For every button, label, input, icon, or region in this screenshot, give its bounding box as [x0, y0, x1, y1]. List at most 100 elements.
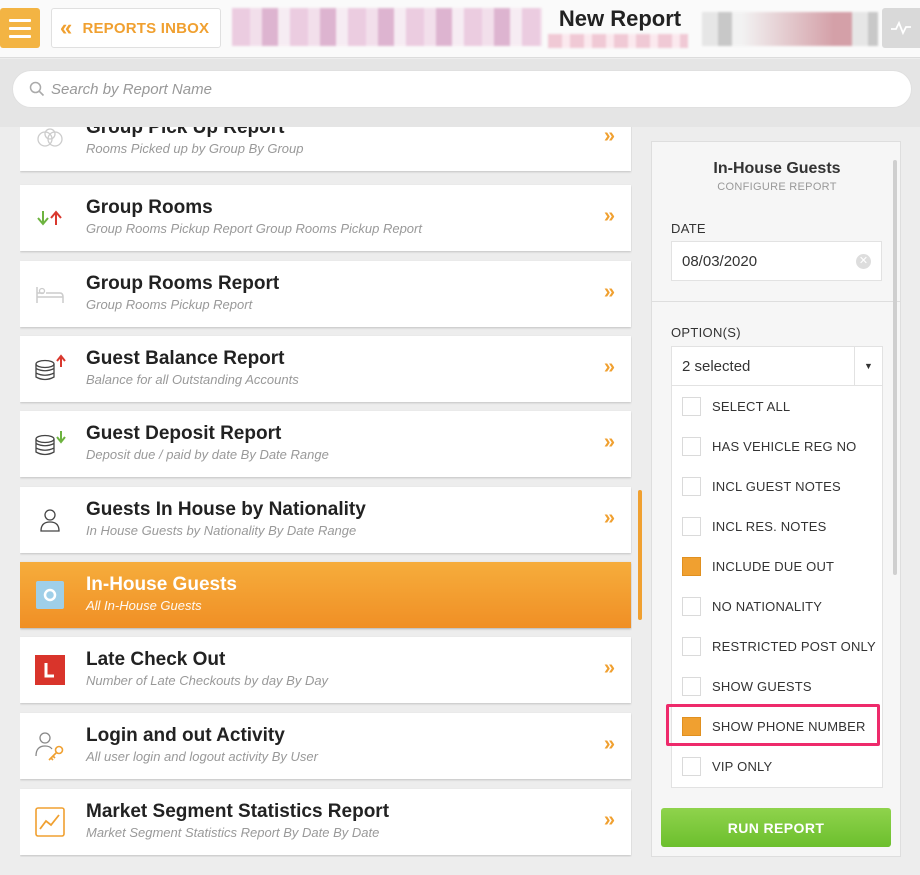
late-l-icon: [32, 653, 68, 687]
option-label: SHOW GUESTS: [712, 678, 812, 694]
option-label: HAS VEHICLE REG NO: [712, 438, 857, 454]
report-title: Guest Deposit Report: [86, 423, 282, 444]
report-list-scrollbar[interactable]: [638, 490, 642, 620]
report-item-guest-deposit[interactable]: Guest Deposit Report Deposit due / paid …: [20, 411, 631, 477]
configure-report-panel: In-House Guests CONFIGURE REPORT DATE ✕ …: [651, 141, 901, 857]
date-field[interactable]: ✕: [671, 241, 882, 281]
checkbox[interactable]: [682, 516, 701, 536]
circle-badge-icon: [32, 578, 68, 612]
report-item-in-house-guests[interactable]: In-House Guests All In-House Guests: [20, 562, 631, 628]
chevron-right-icon: »: [603, 657, 615, 679]
run-report-button[interactable]: RUN REPORT: [661, 808, 891, 847]
activity-line-icon[interactable]: [882, 8, 920, 48]
checkbox[interactable]: [682, 636, 701, 656]
page-title: New Report: [558, 6, 682, 31]
coins-down-icon: [32, 427, 68, 461]
report-title: Group Rooms Report: [86, 273, 280, 294]
reports-inbox-label: REPORTS INBOX: [82, 19, 210, 37]
report-title: Guest Balance Report: [86, 348, 285, 369]
option-label: RESTRICTED POST ONLY: [712, 638, 876, 654]
redacted-property-name: [232, 8, 542, 46]
report-subtitle: Market Segment Statistics Report By Date…: [86, 825, 380, 840]
report-item-late-check-out[interactable]: Late Check Out Number of Late Checkouts …: [20, 637, 631, 703]
option-has-vehicle-reg-no[interactable]: HAS VEHICLE REG NO: [672, 426, 882, 466]
panel-subtitle: CONFIGURE REPORT: [717, 181, 837, 193]
report-item-guests-in-house-nationality[interactable]: Guests In House by Nationality In House …: [20, 487, 631, 553]
selected-count: 2 selected: [682, 357, 751, 375]
top-bar: « REPORTS INBOX New Report: [0, 0, 920, 58]
report-item-group-rooms-report[interactable]: Group Rooms Report Group Rooms Pickup Re…: [20, 261, 631, 327]
group-rings-icon: [32, 127, 68, 155]
caret-down-icon: ▼: [854, 347, 882, 385]
option-select-all[interactable]: SELECT ALL: [672, 386, 882, 426]
option-label: SELECT ALL: [712, 398, 791, 414]
report-item-group-pick-up[interactable]: Group Pick Up Report Rooms Picked up by …: [20, 127, 631, 171]
report-item-market-segment[interactable]: Market Segment Statistics Report Market …: [20, 789, 631, 855]
report-subtitle: All user login and logout activity By Us…: [86, 749, 318, 764]
chevron-right-icon: »: [603, 431, 615, 453]
search-input[interactable]: [51, 80, 871, 98]
person-icon: [32, 503, 68, 537]
option-incl-res-notes[interactable]: INCL RES. NOTES: [672, 506, 882, 546]
option-restricted-post-only[interactable]: RESTRICTED POST ONLY: [672, 626, 882, 666]
chevron-right-icon: »: [603, 281, 615, 303]
report-title: Login and out Activity: [86, 725, 285, 746]
double-chevron-left-icon: «: [60, 15, 73, 40]
checkbox[interactable]: [682, 676, 701, 696]
up-down-arrows-icon: [32, 201, 68, 235]
checkbox[interactable]: [682, 596, 701, 616]
hamburger-menu-icon[interactable]: [0, 8, 40, 48]
report-subtitle: Number of Late Checkouts by day By Day: [86, 673, 329, 688]
options-select[interactable]: 2 selected ▼: [671, 346, 883, 386]
report-item-group-rooms[interactable]: Group Rooms Group Rooms Pickup Report Gr…: [20, 185, 631, 251]
panel-header: In-House Guests CONFIGURE REPORT: [652, 160, 902, 193]
report-subtitle: Balance for all Outstanding Accounts: [86, 372, 299, 387]
date-label: DATE: [671, 221, 706, 236]
line-chart-icon: [32, 805, 68, 839]
chevron-right-icon: »: [603, 809, 615, 831]
chevron-right-icon: »: [603, 205, 615, 227]
checkbox[interactable]: [682, 756, 701, 776]
report-item-guest-balance[interactable]: Guest Balance Report Balance for all Out…: [20, 336, 631, 402]
search-box[interactable]: [12, 70, 912, 108]
reports-inbox-button[interactable]: « REPORTS INBOX: [51, 8, 221, 48]
checkbox[interactable]: [682, 436, 701, 456]
chevron-right-icon: »: [603, 507, 615, 529]
option-label: INCLUDE DUE OUT: [712, 558, 835, 574]
panel-scrollbar[interactable]: [893, 160, 897, 575]
redacted-user-name: [702, 12, 878, 46]
option-label: NO NATIONALITY: [712, 598, 823, 614]
checkbox[interactable]: [682, 396, 701, 416]
option-incl-guest-notes[interactable]: INCL GUEST NOTES: [672, 466, 882, 506]
chevron-right-icon: »: [603, 127, 615, 147]
panel-title: In-House Guests: [713, 160, 841, 177]
coins-up-icon: [32, 352, 68, 386]
redacted-property-sub: [548, 34, 688, 48]
search-bar-area: [0, 59, 920, 127]
report-subtitle: Deposit due / paid by date By Date Range: [86, 447, 329, 462]
option-vip-only[interactable]: VIP ONLY: [672, 746, 882, 786]
report-title: In-House Guests: [86, 574, 237, 595]
date-input[interactable]: [682, 252, 842, 270]
report-title: Group Rooms: [86, 197, 213, 218]
divider: [652, 301, 900, 302]
report-list: Group Pick Up Report Rooms Picked up by …: [20, 127, 632, 857]
checkbox[interactable]: [682, 476, 701, 496]
option-label: VIP ONLY: [712, 758, 773, 774]
chevron-right-icon: »: [603, 733, 615, 755]
checkbox-checked[interactable]: [682, 556, 701, 576]
option-no-nationality[interactable]: NO NATIONALITY: [672, 586, 882, 626]
options-label: OPTION(S): [671, 325, 741, 340]
option-include-due-out[interactable]: INCLUDE DUE OUT: [672, 546, 882, 586]
report-title: Late Check Out: [86, 649, 226, 670]
highlight-box: [666, 704, 880, 746]
option-label: INCL GUEST NOTES: [712, 478, 841, 494]
option-show-guests[interactable]: SHOW GUESTS: [672, 666, 882, 706]
report-item-login-activity[interactable]: Login and out Activity All user login an…: [20, 713, 631, 779]
clear-icon[interactable]: ✕: [856, 254, 871, 269]
bed-icon: [32, 277, 68, 311]
user-key-icon: [32, 729, 68, 763]
search-icon: [29, 81, 45, 97]
chevron-right-icon: »: [603, 356, 615, 378]
report-title: Guests In House by Nationality: [86, 499, 366, 520]
